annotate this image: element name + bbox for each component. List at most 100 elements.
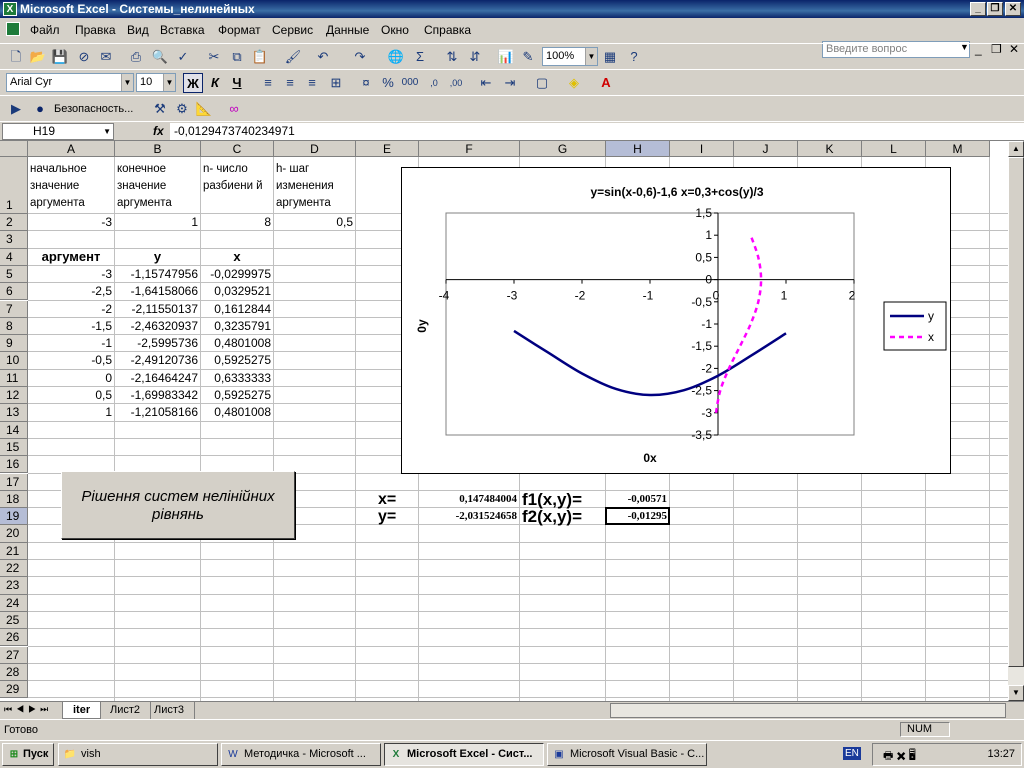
menu-format[interactable]: Формат <box>218 23 261 37</box>
align-left-icon[interactable]: ≡ <box>258 73 278 93</box>
column-header-h[interactable]: H <box>606 141 670 157</box>
menu-view[interactable]: Вид <box>127 23 149 37</box>
font-color-icon[interactable]: A <box>596 73 616 93</box>
restore-button[interactable]: ❐ <box>987 2 1003 16</box>
undo-icon[interactable]: ↶ <box>313 47 333 67</box>
row-header-17[interactable]: 17 <box>0 473 28 491</box>
fill-color-icon[interactable]: ◈ <box>564 73 584 93</box>
row-header-8[interactable]: 8 <box>0 317 28 336</box>
font-combo[interactable]: Arial Cyr ▼ <box>6 73 134 92</box>
row-header-3[interactable]: 3 <box>0 231 28 249</box>
row-header-27[interactable]: 27 <box>0 646 28 664</box>
row-header-16[interactable]: 16 <box>0 456 28 474</box>
row-header-1[interactable]: 1 <box>0 157 28 214</box>
menu-help[interactable]: Справка <box>424 23 471 37</box>
column-header-g[interactable]: G <box>520 141 606 157</box>
decrease-decimal-icon[interactable]: ,00 <box>446 73 466 93</box>
design-icon[interactable]: 📐 <box>194 99 214 119</box>
task-word[interactable]: W Методичка - Microsoft ... <box>221 743 381 766</box>
row-header-18[interactable]: 18 <box>0 490 28 509</box>
language-indicator[interactable]: EN <box>843 747 861 760</box>
row-header-11[interactable]: 11 <box>0 369 28 387</box>
menu-insert[interactable]: Вставка <box>160 23 205 37</box>
thousands-icon[interactable]: 000 <box>400 73 420 93</box>
hyperlink-icon[interactable]: 🌐 <box>386 47 406 67</box>
menu-window[interactable]: Окно <box>381 23 409 37</box>
format-painter-icon[interactable]: 🖌 <box>283 47 303 67</box>
vertical-scrollbar[interactable]: ▲ ▼ <box>1008 141 1024 701</box>
sort-asc-icon[interactable]: ⇅ <box>442 47 462 67</box>
column-header-k[interactable]: K <box>798 141 862 157</box>
tools-icon[interactable]: ⚙ <box>172 99 192 119</box>
autosum-icon[interactable]: Σ <box>410 47 430 67</box>
chevron-down-icon[interactable]: ▼ <box>163 74 175 91</box>
decrease-indent-icon[interactable]: ⇤ <box>476 73 496 93</box>
row-header-12[interactable]: 12 <box>0 387 28 405</box>
toolbox-icon[interactable]: ⚒ <box>150 99 170 119</box>
open-icon[interactable]: 📂 <box>28 47 48 67</box>
paste-icon[interactable]: 📋 <box>250 47 270 67</box>
column-header-b[interactable]: B <box>115 141 201 157</box>
record-icon[interactable]: ● <box>30 99 50 119</box>
column-header-e[interactable]: E <box>356 141 419 157</box>
percent-icon[interactable]: % <box>378 73 398 93</box>
row-header-25[interactable]: 25 <box>0 611 28 630</box>
email-icon[interactable]: ✉ <box>96 47 116 67</box>
increase-decimal-icon[interactable]: ,0 <box>424 73 444 93</box>
row-header-15[interactable]: 15 <box>0 438 28 457</box>
underline-button[interactable]: Ч <box>227 73 247 93</box>
italic-button[interactable]: К <box>205 73 225 93</box>
row-header-24[interactable]: 24 <box>0 594 28 612</box>
increase-indent-icon[interactable]: ⇥ <box>500 73 520 93</box>
align-center-icon[interactable]: ≡ <box>280 73 300 93</box>
tab-nav-icons[interactable]: ⏮◀▶⏭ <box>4 704 52 715</box>
script-icon[interactable]: ∞ <box>224 99 244 119</box>
cut-icon[interactable]: ✂ <box>204 47 224 67</box>
column-header-i[interactable]: I <box>670 141 734 157</box>
merge-center-icon[interactable]: ⊞ <box>326 73 346 93</box>
drawing-icon[interactable]: ✎ <box>518 47 538 67</box>
horizontal-scrollbar[interactable] <box>610 703 1006 718</box>
task-vish[interactable]: 📁 vish <box>58 743 218 766</box>
minimize-button[interactable]: _ <box>970 2 986 16</box>
name-box[interactable]: H19 ▼ <box>2 123 114 140</box>
print-preview-icon[interactable]: 🔍 <box>150 47 170 67</box>
chevron-down-icon[interactable]: ▼ <box>585 48 597 65</box>
row-header-21[interactable]: 21 <box>0 542 28 560</box>
chevron-down-icon[interactable]: ▼ <box>121 74 133 91</box>
run-icon[interactable]: ▶ <box>6 99 26 119</box>
align-right-icon[interactable]: ≡ <box>302 73 322 93</box>
close-button[interactable]: ✕ <box>1005 2 1021 16</box>
row-header-13[interactable]: 13 <box>0 404 28 422</box>
row-header-26[interactable]: 26 <box>0 629 28 647</box>
save-icon[interactable]: 💾 <box>50 47 70 67</box>
column-header-d[interactable]: D <box>274 141 356 157</box>
help-icon[interactable]: ? <box>624 47 644 67</box>
scroll-down-icon[interactable]: ▼ <box>1008 685 1024 701</box>
excel-app-icon[interactable]: X <box>3 2 17 16</box>
menu-file[interactable]: Файл <box>30 23 60 37</box>
menu-tools[interactable]: Сервис <box>272 23 313 37</box>
column-header-l[interactable]: L <box>862 141 926 157</box>
row-header-5[interactable]: 5 <box>0 265 28 284</box>
row-header-9[interactable]: 9 <box>0 335 28 353</box>
column-header-f[interactable]: F <box>419 141 520 157</box>
chart[interactable]: y=sin(x-0,6)-1,6 x=0,3+cos(y)/3 1,5 1 0,5 0… <box>401 167 951 474</box>
fx-icon[interactable]: fx <box>153 124 164 138</box>
spelling-icon[interactable]: ✓ <box>173 47 193 67</box>
selected-cell-outline[interactable] <box>605 507 670 526</box>
row-header-22[interactable]: 22 <box>0 560 28 578</box>
tab-list3[interactable]: Лист3 <box>144 702 196 719</box>
select-all-corner[interactable] <box>0 141 28 157</box>
task-vba[interactable]: ▣ Microsoft Visual Basic - C... <box>547 743 707 766</box>
row-header-23[interactable]: 23 <box>0 577 28 595</box>
borders-icon[interactable]: ▢ <box>532 73 552 93</box>
row-header-7[interactable]: 7 <box>0 300 28 318</box>
tab-iter[interactable]: iter <box>62 702 102 719</box>
chevron-down-icon[interactable]: ▼ <box>103 124 111 139</box>
chart-wizard-icon[interactable]: 📊 <box>496 47 516 67</box>
row-header-20[interactable]: 20 <box>0 525 28 543</box>
zoom-combo[interactable]: 100% ▼ <box>542 47 598 66</box>
print-icon[interactable]: ⎙ <box>126 47 146 67</box>
menu-data[interactable]: Данные <box>326 23 369 37</box>
